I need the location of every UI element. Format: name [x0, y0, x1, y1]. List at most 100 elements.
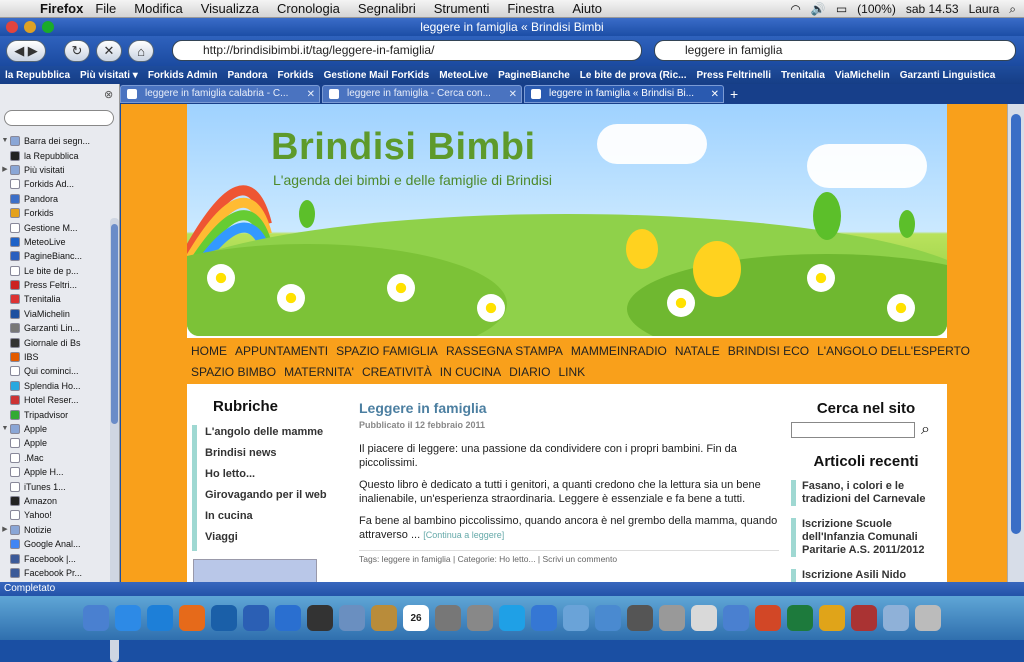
imovie-icon[interactable] [627, 605, 653, 631]
appstore-icon[interactable] [115, 605, 141, 631]
calculator-icon[interactable] [467, 605, 493, 631]
sidebar-bookmark[interactable]: .Mac [0, 451, 108, 465]
bookmark-item[interactable]: Le bite de prova (Ric... [580, 70, 687, 81]
sidebar-bookmark[interactable]: Facebook Pr... [0, 566, 108, 580]
nav-appuntamenti[interactable]: APPUNTAMENTI [235, 344, 328, 358]
sidebar-bookmark[interactable]: la Repubblica [0, 148, 108, 162]
menu-visualizza[interactable]: Visualizza [201, 1, 259, 16]
sidebar-bookmark[interactable]: Le bite de p... [0, 264, 108, 278]
bookmark-item[interactable]: Gestione Mail ForKids [324, 70, 430, 81]
sidebar-bookmark[interactable]: MeteoLive [0, 235, 108, 249]
reload-button[interactable]: ↻ [64, 40, 90, 62]
finder-icon[interactable] [723, 605, 749, 631]
sidebar-bookmark[interactable]: Garzanti Lin... [0, 321, 108, 335]
nav-mammeinradio[interactable]: MAMMEINRADIO [571, 344, 667, 358]
outlook-icon[interactable] [819, 605, 845, 631]
sidebar-bookmark[interactable]: Forkids [0, 206, 108, 220]
rubrica-item[interactable]: Viaggi [192, 530, 327, 551]
user-name[interactable]: Laura [969, 2, 1000, 16]
photoshop-icon[interactable] [211, 605, 237, 631]
word-icon[interactable] [243, 605, 269, 631]
battery-icon[interactable]: ▭ [836, 2, 847, 16]
system-prefs-icon[interactable] [435, 605, 461, 631]
site-title[interactable]: Brindisi Bimbi [271, 126, 536, 169]
preview-icon[interactable] [339, 605, 365, 631]
excel-icon[interactable] [787, 605, 813, 631]
iphoto-icon[interactable] [563, 605, 589, 631]
new-tab-icon[interactable]: + [730, 86, 738, 102]
bookmark-item[interactable]: la Repubblica [5, 70, 70, 81]
home-button[interactable]: ⌂ [128, 40, 154, 62]
calendar-icon[interactable]: 26 [403, 605, 429, 631]
rubrica-item[interactable]: Ho letto... [192, 467, 327, 488]
tab-3[interactable]: leggere in famiglia « Brindisi Bi... ✕ [524, 85, 724, 103]
sidebar-bookmark[interactable]: ▼ Apple [0, 422, 108, 436]
sidebar-bookmark[interactable]: Trenitalia [0, 292, 108, 306]
safari-icon[interactable] [147, 605, 173, 631]
nav-home[interactable]: HOME [191, 344, 227, 358]
clock[interactable]: sab 14.53 [906, 2, 959, 16]
sidebar-bookmark[interactable]: Tripadvisor [0, 407, 108, 421]
folder-icon[interactable] [883, 605, 909, 631]
nav-brindisi-eco[interactable]: BRINDISI ECO [728, 344, 809, 358]
sidebar-bookmark[interactable]: Splendia Ho... [0, 379, 108, 393]
magnifier-icon[interactable]: ⌕ [921, 421, 930, 439]
menu-segnalibri[interactable]: Segnalibri [358, 1, 416, 16]
post-title[interactable]: Leggere in famiglia [359, 400, 779, 416]
bookmark-item[interactable]: Trenitalia [781, 70, 825, 81]
menu-aiuto[interactable]: Aiuto [572, 1, 602, 16]
bookmark-item[interactable]: PagineBianche [498, 70, 570, 81]
menu-finestra[interactable]: Finestra [507, 1, 554, 16]
bookmark-item[interactable]: Forkids [277, 70, 313, 81]
disclosure-icon[interactable]: ▶ [0, 163, 10, 177]
address-book-icon[interactable] [371, 605, 397, 631]
sidebar-bookmark[interactable]: ▼ Barra dei segn... [0, 134, 108, 148]
bookmark-item[interactable]: Press Feltrinelli [697, 70, 771, 81]
close-sidebar-icon[interactable]: ⊗ [104, 88, 113, 101]
firefox-icon[interactable] [179, 605, 205, 631]
skype-icon[interactable] [499, 605, 525, 631]
mail-icon[interactable] [595, 605, 621, 631]
sidebar-search-input[interactable] [4, 110, 114, 126]
continue-reading-link[interactable]: [Continua a leggere] [423, 530, 504, 540]
bookmark-item[interactable]: Più visitati ▾ [80, 70, 138, 81]
menu-file[interactable]: File [95, 1, 116, 16]
quicktime-icon[interactable] [275, 605, 301, 631]
nav-diario[interactable]: DIARIO [509, 365, 550, 379]
powerpoint-icon[interactable] [755, 605, 781, 631]
sidebar-bookmark[interactable]: Gestione M... [0, 220, 108, 234]
nav-spazio-famiglia[interactable]: SPAZIO FAMIGLIA [336, 344, 438, 358]
sidebar-bookmark[interactable]: Pandora [0, 192, 108, 206]
rubrica-item[interactable]: Girovagando per il web [192, 488, 327, 509]
site-search-input[interactable] [791, 422, 915, 438]
sidebar-bookmark[interactable]: ▶ Più visitati [0, 163, 108, 177]
nav-spazio-bimbo[interactable]: SPAZIO BIMBO [191, 365, 276, 379]
rubrica-item[interactable]: Brindisi news [192, 446, 327, 467]
nav-link[interactable]: LINK [558, 365, 585, 379]
sidebar-bookmark[interactable]: Google Anal... [0, 537, 108, 551]
sidebar-bookmark[interactable]: ▶ Notizie [0, 523, 108, 537]
sidebar-bookmark[interactable]: Apple H... [0, 465, 108, 479]
sidebar-bookmark[interactable]: Hotel Reser... [0, 393, 108, 407]
bookmark-item[interactable]: ViaMichelin [835, 70, 890, 81]
close-window-icon[interactable] [6, 21, 18, 33]
nav-maternita[interactable]: MATERNITA' [284, 365, 354, 379]
bookmark-item[interactable]: MeteoLive [439, 70, 488, 81]
disclosure-icon[interactable]: ▼ [0, 134, 10, 148]
sidebar-bookmark[interactable]: ViaMichelin [0, 307, 108, 321]
sidebar-bookmark[interactable]: iTunes 1... [0, 479, 108, 493]
menu-strumenti[interactable]: Strumenti [434, 1, 490, 16]
volume-icon[interactable]: 🔊 [811, 2, 826, 16]
sidebar-bookmark[interactable]: Giornale di Bs [0, 335, 108, 349]
disclosure-icon[interactable]: ▶ [0, 523, 10, 537]
nav-rassegna-stampa[interactable]: RASSEGNA STAMPA [446, 344, 563, 358]
trash-icon[interactable] [915, 605, 941, 631]
back-button[interactable]: ◀ ▶ [6, 40, 46, 62]
nav-natale[interactable]: NATALE [675, 344, 720, 358]
sidebar-bookmark[interactable]: Amazon [0, 494, 108, 508]
minimize-window-icon[interactable] [24, 21, 36, 33]
bookmark-item[interactable]: Forkids Admin [148, 70, 218, 81]
stop-button[interactable]: ✕ [96, 40, 122, 62]
nav-angolo-esperto[interactable]: L'ANGOLO DELL'ESPERTO [817, 344, 970, 358]
itunes-icon[interactable] [531, 605, 557, 631]
